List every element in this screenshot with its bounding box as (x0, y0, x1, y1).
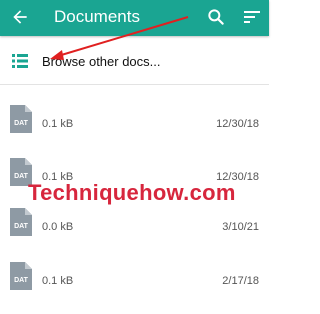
file-size: 0.0 kB (42, 221, 74, 233)
search-icon[interactable] (206, 7, 226, 27)
file-item[interactable]: DAT 0.1 kB 2/17/18 (0, 260, 269, 314)
list-icon (12, 54, 28, 68)
file-date: 3/10/21 (222, 221, 259, 233)
svg-text:DAT: DAT (14, 223, 29, 230)
file-date: 2/17/18 (222, 275, 259, 287)
dat-file-icon: DAT (10, 208, 32, 236)
sort-icon[interactable] (243, 9, 261, 25)
browse-other-docs-label: Browse other docs... (42, 54, 161, 69)
svg-text:DAT: DAT (14, 277, 29, 284)
dat-file-icon: DAT (10, 105, 32, 133)
page-title: Documents (54, 7, 140, 26)
browse-other-docs-row[interactable]: Browse other docs... (0, 40, 269, 85)
svg-text:DAT: DAT (14, 173, 29, 180)
file-item[interactable]: DAT 0.1 kB 12/30/18 (0, 103, 269, 157)
file-size: 0.1 kB (42, 118, 74, 130)
app-bar: Documents (0, 0, 269, 36)
file-size: 0.1 kB (42, 275, 74, 287)
dat-file-icon: DAT (10, 262, 32, 290)
file-date: 12/30/18 (216, 118, 259, 130)
watermark-text: Techniquehow.com (28, 180, 236, 205)
file-item[interactable]: DAT 0.0 kB 3/10/21 (0, 206, 269, 260)
back-arrow-icon[interactable] (10, 7, 30, 27)
svg-text:DAT: DAT (14, 120, 29, 127)
